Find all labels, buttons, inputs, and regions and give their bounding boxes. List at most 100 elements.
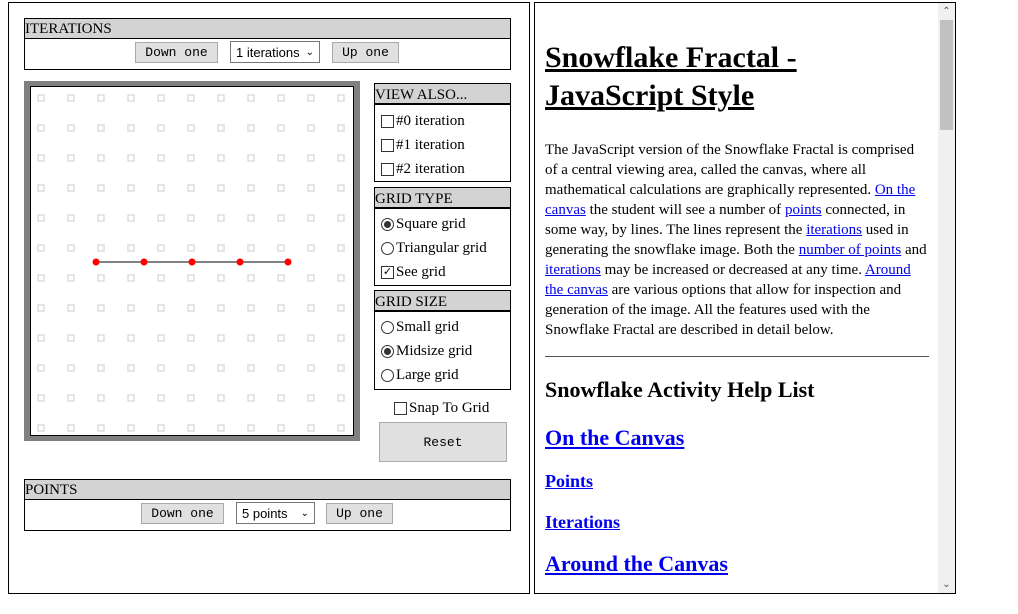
grid-dot	[307, 94, 315, 102]
fractal-point[interactable]	[92, 258, 100, 266]
grid-size-option[interactable]: Small grid	[375, 315, 510, 339]
grid-dot	[187, 424, 195, 432]
view-also-header: VIEW ALSO...	[374, 83, 511, 105]
scroll-up-icon[interactable]: ⌃	[938, 3, 955, 20]
help-text: and	[901, 242, 927, 258]
option-label: See grid	[396, 263, 446, 280]
grid-dot	[277, 214, 285, 222]
link-around-the-canvas[interactable]: Around the Canvas	[545, 551, 929, 577]
link-iterations[interactable]: Iterations	[545, 512, 929, 533]
snap-to-grid-checkbox[interactable]: Snap To Grid	[388, 396, 489, 420]
iterations-up-button[interactable]: Up one	[332, 42, 399, 63]
link-on-the-canvas[interactable]: On the Canvas	[545, 425, 929, 451]
iterations-select[interactable]: 1 iterations ⌄	[230, 41, 320, 63]
view-iteration-0-checkbox[interactable]: #0 iteration	[375, 109, 510, 133]
grid-dot	[157, 394, 165, 402]
fractal-point[interactable]	[188, 258, 196, 266]
grid-dot	[187, 364, 195, 372]
grid-dot	[337, 154, 345, 162]
grid-dot	[247, 424, 255, 432]
fractal-point[interactable]	[236, 258, 244, 266]
grid-dot	[97, 334, 105, 342]
grid-dot	[307, 364, 315, 372]
grid-type-option[interactable]: Triangular grid	[375, 236, 510, 260]
grid-dot	[157, 364, 165, 372]
help-title: Snowflake Fractal - JavaScript Style	[545, 41, 797, 112]
grid-size-option[interactable]: Large grid	[375, 363, 510, 387]
view-also-options: #0 iteration #1 iteration #2 iteration	[374, 104, 511, 182]
grid-dot	[187, 334, 195, 342]
grid-dot	[157, 154, 165, 162]
grid-dot	[67, 154, 75, 162]
grid-dot	[247, 154, 255, 162]
fractal-point[interactable]	[140, 258, 148, 266]
grid-dot	[97, 244, 105, 252]
option-label: Midsize grid	[396, 342, 473, 359]
grid-dot	[187, 274, 195, 282]
grid-dot	[247, 244, 255, 252]
grid-size-option[interactable]: Midsize grid	[375, 339, 510, 363]
help-link[interactable]: points	[785, 202, 822, 218]
option-label: #1 iteration	[396, 136, 465, 153]
grid-dot	[127, 184, 135, 192]
points-select[interactable]: 5 points ⌄	[236, 502, 315, 524]
grid-dot	[307, 184, 315, 192]
grid-dot	[247, 364, 255, 372]
points-select-value: 5 points	[242, 505, 288, 521]
checkbox-icon	[381, 162, 394, 176]
grid-dot	[337, 184, 345, 192]
canvas[interactable]	[30, 86, 354, 436]
checkbox-icon	[381, 114, 394, 128]
grid-dot	[247, 274, 255, 282]
radio-icon	[381, 320, 394, 334]
grid-dot	[187, 244, 195, 252]
grid-dot	[127, 334, 135, 342]
reset-button[interactable]: Reset	[379, 422, 507, 462]
grid-dot	[277, 304, 285, 312]
grid-dot	[67, 184, 75, 192]
points-down-button[interactable]: Down one	[141, 503, 224, 524]
grid-dot	[217, 94, 225, 102]
scrollbar-thumb[interactable]	[940, 20, 953, 130]
grid-dot	[247, 94, 255, 102]
checkbox-icon	[381, 138, 394, 152]
iterations-select-value: 1 iterations	[236, 44, 300, 60]
grid-dot	[217, 334, 225, 342]
grid-dot	[157, 94, 165, 102]
help-list-title: Snowflake Activity Help List	[545, 377, 815, 402]
see-grid-checkbox[interactable]: ✓ See grid	[375, 260, 510, 284]
view-iteration-1-checkbox[interactable]: #1 iteration	[375, 133, 510, 157]
grid-dot	[247, 214, 255, 222]
fractal-point[interactable]	[284, 258, 292, 266]
grid-dot	[307, 304, 315, 312]
grid-dot	[337, 244, 345, 252]
grid-type-header: GRID TYPE	[374, 187, 511, 209]
grid-dot	[97, 394, 105, 402]
grid-dot	[157, 334, 165, 342]
grid-dot	[277, 394, 285, 402]
help-link[interactable]: iterations	[806, 222, 862, 238]
help-link[interactable]: number of points	[799, 242, 902, 258]
grid-dot	[127, 124, 135, 132]
grid-dot	[67, 244, 75, 252]
grid-type-option[interactable]: Square grid	[375, 212, 510, 236]
grid-dot	[277, 364, 285, 372]
scrollbar[interactable]: ⌃ ⌄	[938, 3, 955, 593]
points-up-button[interactable]: Up one	[326, 503, 393, 524]
radio-selected-icon	[381, 344, 394, 358]
view-iteration-2-checkbox[interactable]: #2 iteration	[375, 157, 510, 181]
iterations-down-button[interactable]: Down one	[135, 42, 218, 63]
chevron-down-icon: ⌄	[300, 507, 309, 519]
grid-dot	[337, 214, 345, 222]
option-label: Large grid	[396, 366, 459, 383]
grid-size-options: Small grid Midsize grid Large grid	[374, 311, 511, 390]
radio-icon	[381, 368, 394, 382]
help-link[interactable]: iterations	[545, 262, 601, 278]
option-label: Square grid	[396, 215, 466, 232]
grid-dot	[97, 124, 105, 132]
link-points[interactable]: Points	[545, 471, 929, 492]
scroll-down-icon[interactable]: ⌄	[938, 576, 955, 593]
grid-dot	[307, 424, 315, 432]
grid-dot	[277, 154, 285, 162]
grid-dot	[97, 94, 105, 102]
